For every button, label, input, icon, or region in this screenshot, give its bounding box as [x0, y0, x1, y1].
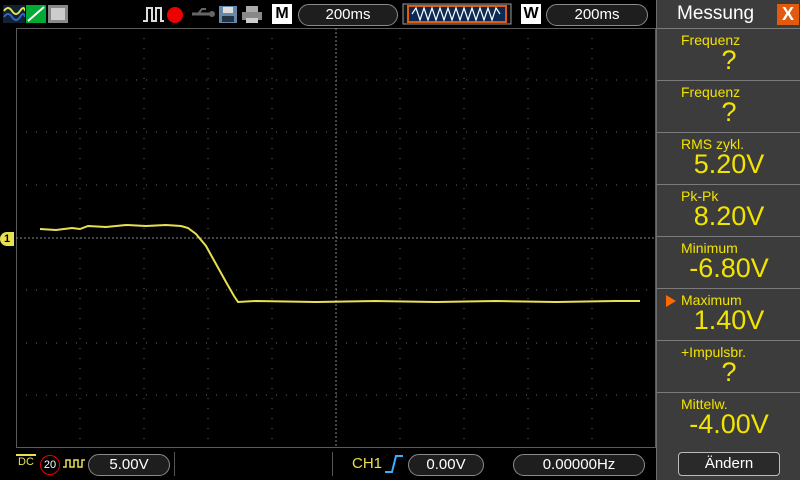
measurement-item[interactable]: RMS zykl. 5.20V [657, 132, 800, 184]
persistence-icon[interactable] [48, 5, 68, 23]
bottom-status-bar: DC 20 5.00V CH1 0.00V 0.00000Hz [0, 448, 656, 480]
channel1-ground-marker[interactable]: 1 [0, 232, 14, 246]
measurement-item[interactable]: Pk-Pk 8.20V [657, 184, 800, 236]
window-timebase-display[interactable]: 200ms [546, 4, 648, 26]
center-axes [16, 28, 656, 448]
measurement-value: -6.80V [689, 253, 769, 283]
invert-wave-icon [63, 459, 85, 468]
printer-icon[interactable] [241, 5, 263, 24]
divider [332, 452, 333, 476]
measurement-value: ? [721, 357, 737, 387]
coupling-indicator: DC [16, 454, 36, 468]
run-stop-icon[interactable] [142, 5, 164, 23]
waveform-display [16, 28, 656, 448]
trigger-level-display[interactable]: 0.00V [408, 454, 484, 476]
measurement-value: ? [721, 97, 737, 127]
measurement-value: 8.20V [693, 201, 765, 231]
top-toolbar: M 200ms W 200ms [0, 0, 656, 28]
line-draw-icon[interactable] [26, 5, 46, 23]
timebase-display[interactable]: 200ms [298, 4, 398, 26]
measurement-item[interactable]: Minimum -6.80V [657, 236, 800, 288]
measurement-item-selected[interactable]: Maximum 1.40V [657, 288, 800, 340]
waveform-icon[interactable] [3, 5, 25, 23]
measurement-value: -4.00V [689, 409, 769, 439]
measurement-item[interactable]: Frequenz ? [657, 80, 800, 132]
record-icon[interactable] [166, 6, 184, 24]
volts-per-div-display[interactable]: 5.00V [88, 454, 170, 476]
divider [174, 452, 175, 476]
measurement-item[interactable]: Mittelw. -4.00V [657, 392, 800, 444]
measurement-value: 1.40V [693, 305, 765, 335]
sidebar-header: Messung X [657, 0, 800, 28]
window-overview-icon[interactable] [402, 3, 512, 25]
mode-badge: M [272, 4, 292, 24]
measurement-value: ? [721, 45, 737, 75]
usb-icon [192, 8, 215, 17]
rising-edge-icon[interactable] [384, 454, 404, 474]
measurement-item[interactable]: +Impulsbr. ? [657, 340, 800, 392]
trigger-source[interactable]: CH1 [352, 455, 382, 472]
save-disk-icon[interactable] [218, 5, 238, 24]
waveform-svg [16, 28, 656, 448]
measurement-sidebar: Messung X Frequenz ? Frequenz ? RMS zykl… [656, 0, 800, 480]
measurement-value: 5.20V [693, 149, 765, 179]
frequency-counter-display: 0.00000Hz [513, 454, 645, 476]
close-button[interactable]: X [777, 4, 799, 25]
change-button[interactable]: Ändern [678, 452, 780, 476]
signal-trace [39, 223, 640, 304]
bandwidth-limit-badge: 20 [40, 455, 60, 475]
window-badge: W [521, 4, 541, 24]
sidebar-title: Messung [677, 3, 755, 24]
measurement-item[interactable]: Frequenz ? [657, 28, 800, 80]
